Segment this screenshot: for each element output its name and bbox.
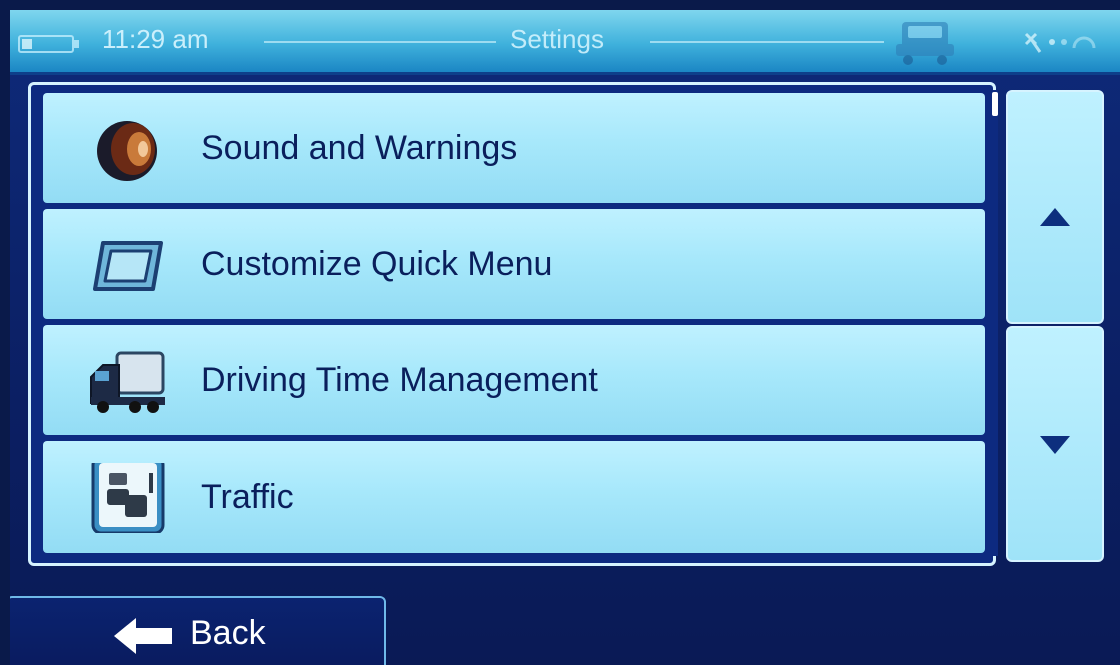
traffic-icon <box>91 463 165 533</box>
list-item-label: Sound and Warnings <box>201 129 518 167</box>
list-item-driving-time-management[interactable]: Driving Time Management <box>43 325 985 435</box>
list-item-label: Customize Quick Menu <box>201 245 553 283</box>
device-screen: 11:29 am Settings Sound and Warnings Cus… <box>10 10 1120 665</box>
scroll-down-button[interactable] <box>1006 326 1104 562</box>
chevron-down-icon <box>1040 436 1070 454</box>
title-divider-left <box>264 41 496 43</box>
gps-satellite-icon <box>1024 32 1096 53</box>
back-button[interactable]: Back <box>10 596 386 665</box>
chevron-up-icon <box>1040 208 1070 226</box>
battery-icon <box>18 35 79 53</box>
scroll-up-button[interactable] <box>1006 90 1104 324</box>
list-item-customize-quick-menu[interactable]: Customize Quick Menu <box>43 209 985 319</box>
arrow-left-icon <box>114 618 172 654</box>
speaker-icon <box>97 121 157 181</box>
scrollbar-track[interactable] <box>990 90 998 556</box>
truck-icon <box>90 351 165 413</box>
quick-menu-icon <box>93 241 163 291</box>
back-button-label: Back <box>190 614 266 652</box>
list-item-traffic[interactable]: Traffic <box>43 441 985 553</box>
title-divider-right <box>650 41 884 43</box>
vehicle-icon <box>896 22 954 65</box>
scrollbar-thumb[interactable] <box>992 92 998 116</box>
status-bar: 11:29 am Settings <box>10 10 1120 75</box>
clock: 11:29 am <box>102 24 209 54</box>
list-item-label: Driving Time Management <box>201 361 598 399</box>
list-item-label: Traffic <box>201 478 294 516</box>
list-item-sound-and-warnings[interactable]: Sound and Warnings <box>43 93 985 203</box>
settings-list: Sound and Warnings Customize Quick Menu … <box>28 82 996 566</box>
page-title: Settings <box>510 24 604 54</box>
